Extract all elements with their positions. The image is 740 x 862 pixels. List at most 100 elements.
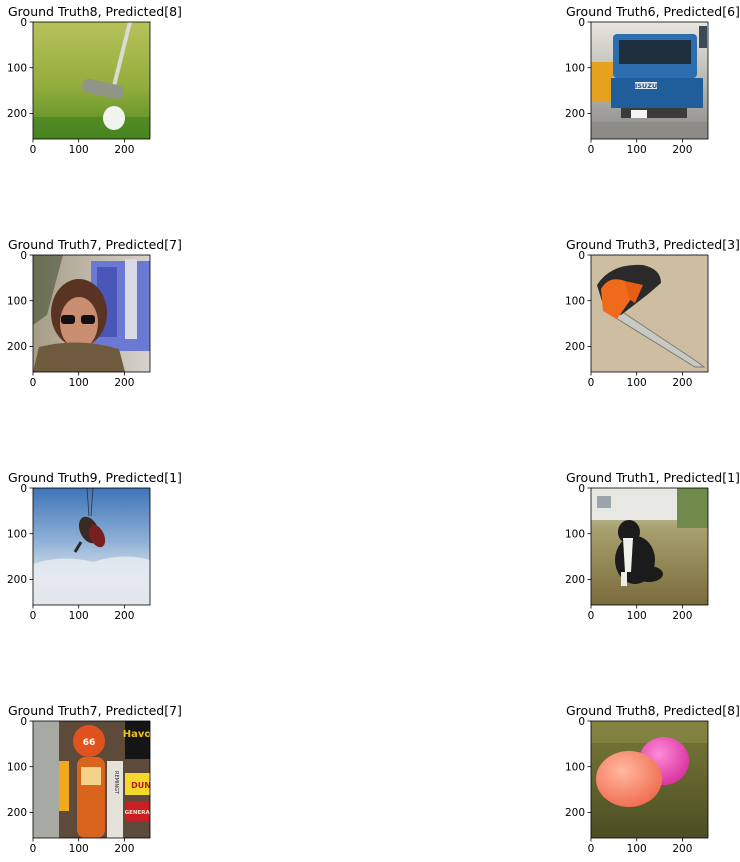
clouds (33, 556, 150, 605)
general-text: GENERAL (125, 810, 154, 816)
y-tick-label: 200 (565, 341, 585, 353)
image-panel-6: Ground Truth1, Predicted[1]0 100 200010020… (565, 470, 740, 622)
pump-badge: 66 (83, 738, 96, 748)
y-tick-label: 100 (565, 296, 585, 308)
dog-paw (621, 572, 627, 586)
x-tick-label: 100 (69, 610, 89, 622)
x-tick-label: 200 (672, 377, 692, 389)
y-tick-label: 0 (578, 483, 585, 495)
tree (677, 488, 708, 528)
image-panel-7: Ground Truth7, Predicted[7] Havo DUN GENERA… (7, 703, 182, 855)
image-panel-1: Ground Truth8, Predicted[8]0 100 200010020… (7, 4, 182, 156)
x-tick-label: 200 (672, 610, 692, 622)
image-panel-2: Ground Truth6, Predicted[6] ISUZU 0 100 200 0… (565, 4, 740, 156)
windshield (619, 40, 691, 64)
panel-title: Ground Truth7, Predicted[7] (8, 703, 182, 718)
y-tick-label: 100 (7, 529, 27, 541)
x-tick-label: 100 (69, 377, 89, 389)
x-tick-label: 0 (588, 144, 595, 156)
image-panel-8: Ground Truth8, Predicted[8]0 100 200010020… (565, 703, 740, 855)
panel-title: Ground Truth6, Predicted[6] (566, 4, 740, 19)
orange-ball (596, 751, 662, 807)
x-tick-label: 200 (114, 144, 134, 156)
truck-badge: ISUZU (635, 82, 657, 90)
blue-isuzu-truck-image: ISUZU (591, 22, 708, 139)
x-tick-label: 200 (672, 843, 692, 855)
y-tick-label: 0 (20, 716, 27, 728)
golf-putter-and-ball-image (33, 22, 150, 139)
x-tick-label: 0 (30, 377, 37, 389)
x-tick-label: 100 (627, 610, 647, 622)
panel-title: Ground Truth9, Predicted[1] (8, 470, 182, 485)
orange-machine (591, 62, 613, 102)
y-tick-label: 0 (578, 250, 585, 262)
panel-title: Ground Truth7, Predicted[7] (8, 237, 182, 252)
spaniel-dog-on-grass-image (591, 488, 708, 605)
y-tick-label: 200 (565, 574, 585, 586)
x-tick-label: 200 (114, 843, 134, 855)
far-grass (591, 721, 708, 743)
x-tick-label: 0 (30, 610, 37, 622)
y-tick-label: 0 (578, 716, 585, 728)
pump-dial (81, 767, 101, 785)
y-tick-label: 0 (578, 17, 585, 29)
pump-column (125, 259, 137, 339)
pink-golf-balls-on-grass-image (591, 721, 708, 838)
x-tick-label: 100 (627, 144, 647, 156)
y-tick-label: 0 (20, 250, 27, 262)
image-panel-3: Ground Truth7, Predicted[7]0 100 200010020… (7, 237, 182, 389)
x-tick-label: 100 (69, 144, 89, 156)
remington-text: REMINGT (113, 771, 119, 795)
clothing (33, 342, 125, 372)
ground (591, 122, 708, 139)
y-tick-label: 100 (565, 762, 585, 774)
parachutist-above-clouds-image (33, 488, 150, 605)
x-tick-label: 0 (588, 610, 595, 622)
woman-in-car-at-gas-station-image (33, 255, 150, 372)
left-wall (33, 721, 59, 838)
dog-leg (635, 566, 663, 582)
y-tick-label: 100 (7, 296, 27, 308)
dun-text: DUN (131, 781, 151, 790)
golf-ball (103, 106, 125, 130)
mirror (699, 26, 707, 48)
y-tick-label: 200 (7, 574, 27, 586)
sunglasses-left (61, 315, 75, 324)
x-tick-label: 0 (30, 843, 37, 855)
y-tick-label: 0 (20, 483, 27, 495)
y-tick-label: 100 (565, 529, 585, 541)
x-tick-label: 100 (69, 843, 89, 855)
y-tick-label: 200 (565, 108, 585, 120)
y-tick-label: 0 (20, 17, 27, 29)
image-panel-5: Ground Truth9, Predicted[1]0 100 200010020… (7, 470, 182, 622)
image-panel-4: Ground Truth3, Predicted[3]0 100 200010020… (565, 237, 740, 389)
x-tick-label: 0 (588, 843, 595, 855)
window (597, 496, 611, 508)
panel-title: Ground Truth3, Predicted[3] (566, 237, 740, 252)
havoline-text: Havo (123, 729, 152, 740)
x-tick-label: 100 (627, 843, 647, 855)
x-tick-label: 100 (627, 377, 647, 389)
plate (631, 110, 647, 118)
panel-title: Ground Truth8, Predicted[8] (566, 703, 740, 718)
orange-chainsaw-image (591, 255, 708, 372)
panel-title: Ground Truth8, Predicted[8] (8, 4, 182, 19)
sunglasses-right (81, 315, 95, 324)
y-tick-label: 200 (565, 807, 585, 819)
x-tick-label: 0 (30, 144, 37, 156)
x-tick-label: 200 (114, 610, 134, 622)
bumper (621, 108, 687, 118)
havoline-sign (125, 721, 150, 759)
y-tick-label: 200 (7, 108, 27, 120)
turf (33, 117, 150, 139)
y-tick-label: 200 (7, 807, 27, 819)
y-tick-label: 200 (7, 341, 27, 353)
neon-sign (59, 761, 69, 811)
x-tick-label: 200 (114, 377, 134, 389)
y-tick-label: 100 (7, 762, 27, 774)
vintage-gas-pump-with-signs-image: Havo DUN GENERAL 66 REMINGT (33, 721, 154, 838)
x-tick-label: 0 (588, 377, 595, 389)
x-tick-label: 200 (672, 144, 692, 156)
panel-title: Ground Truth1, Predicted[1] (566, 470, 740, 485)
y-tick-label: 100 (565, 63, 585, 75)
